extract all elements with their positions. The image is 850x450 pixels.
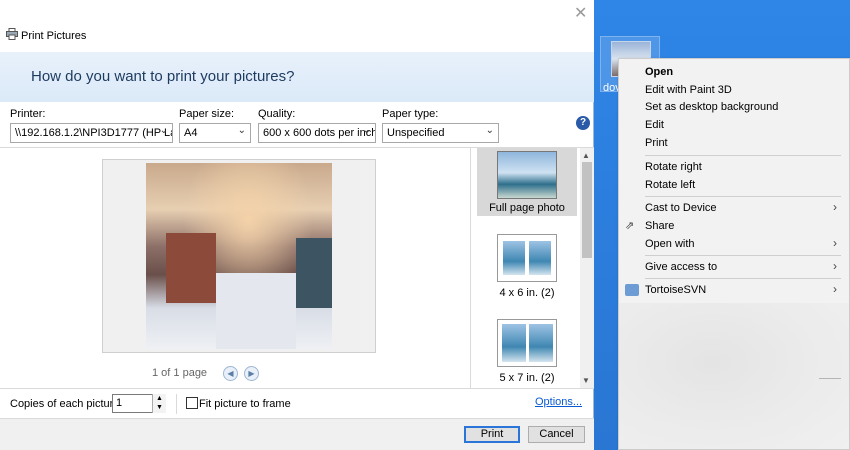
chevron-right-icon: › bbox=[833, 282, 837, 296]
menu-separator bbox=[819, 378, 841, 379]
two-photo-layout-icon bbox=[497, 319, 557, 367]
menu-separator bbox=[645, 255, 841, 256]
scroll-up-icon[interactable]: ▲ bbox=[582, 151, 590, 160]
menu-separator bbox=[645, 155, 841, 156]
layout-scrollbar[interactable]: ▲ ▼ bbox=[580, 148, 594, 388]
chevron-right-icon: › bbox=[833, 200, 837, 214]
dialog-footer: Print Cancel bbox=[0, 418, 594, 450]
bottom-options-bar: Copies of each picture: 1 ▲ ▼ Fit picture… bbox=[0, 388, 594, 418]
paper-type-label: Paper type: bbox=[382, 108, 439, 120]
menu-item-open[interactable]: Open bbox=[645, 66, 673, 78]
menu-item-print[interactable]: Print bbox=[645, 137, 668, 149]
cancel-button[interactable]: Cancel bbox=[528, 426, 585, 443]
menu-item-edit[interactable]: Edit bbox=[645, 119, 664, 131]
fit-to-frame-checkbox[interactable] bbox=[186, 397, 198, 409]
quality-value: 600 x 600 dots per inch bbox=[263, 127, 376, 139]
menu-item-set-as-desktop-background[interactable]: Set as desktop background bbox=[645, 101, 778, 113]
dialog-titlebar: Print Pictures ✕ bbox=[0, 0, 594, 52]
menu-item-rotate-left[interactable]: Rotate left bbox=[645, 179, 695, 191]
menu-item-cast-to-device[interactable]: Cast to Device bbox=[645, 202, 717, 214]
chevron-down-icon: ⌄ bbox=[362, 125, 371, 136]
chevron-right-icon: › bbox=[833, 236, 837, 250]
menu-item-edit-with-paint-3d[interactable]: Edit with Paint 3D bbox=[645, 84, 732, 96]
next-page-button[interactable]: ▶ bbox=[244, 366, 259, 381]
dialog-title: Print Pictures bbox=[21, 30, 87, 42]
scroll-down-icon[interactable]: ▼ bbox=[582, 376, 590, 385]
paper-size-label: Paper size: bbox=[179, 108, 235, 120]
menu-item-rotate-right[interactable]: Rotate right bbox=[645, 161, 702, 173]
preview-photo bbox=[146, 163, 332, 349]
printer-label: Printer: bbox=[10, 108, 46, 120]
help-icon[interactable]: ? bbox=[576, 116, 590, 130]
layout-4x6[interactable]: 4 x 6 in. (2) bbox=[477, 234, 577, 300]
blurred-menu-region bbox=[619, 303, 849, 449]
chevron-down-icon: ⌄ bbox=[237, 125, 246, 136]
copies-stepper[interactable]: ▲ ▼ bbox=[152, 394, 166, 413]
paper-size-value: A4 bbox=[184, 127, 198, 139]
menu-item-share[interactable]: Share bbox=[645, 220, 674, 232]
printer-icon bbox=[6, 28, 18, 40]
scrollbar-thumb[interactable] bbox=[582, 162, 592, 258]
menu-item-open-with[interactable]: Open with bbox=[645, 238, 695, 250]
full-page-layout-icon bbox=[497, 151, 557, 199]
print-preview-area: 1 of 1 page ◀ ▶ bbox=[0, 148, 470, 388]
menu-item-give-access-to[interactable]: Give access to bbox=[645, 261, 717, 273]
fit-to-frame-label: Fit picture to frame bbox=[199, 398, 291, 410]
printer-select[interactable]: \\192.168.1.2\NPI3D1777 (HP Laser ⌄ bbox=[10, 123, 173, 143]
print-options-bar: Printer: \\192.168.1.2\NPI3D1777 (HP Las… bbox=[0, 102, 594, 148]
paper-type-select[interactable]: Unspecified ⌄ bbox=[382, 123, 499, 143]
close-icon[interactable]: ✕ bbox=[574, 3, 587, 23]
chevron-down-icon: ⌄ bbox=[485, 125, 494, 136]
layout-list: Full page photo 4 x 6 in. (2) 5 x 7 in. … bbox=[470, 148, 594, 388]
quality-select[interactable]: 600 x 600 dots per inch ⌄ bbox=[258, 123, 376, 143]
layout-full-page-photo[interactable]: Full page photo bbox=[477, 148, 577, 216]
previous-page-button[interactable]: ◀ bbox=[223, 366, 238, 381]
menu-separator bbox=[645, 278, 841, 279]
tortoisesvn-icon bbox=[625, 284, 639, 296]
print-pictures-dialog: Print Pictures ✕ How do you want to prin… bbox=[0, 0, 594, 450]
context-menu: Open Edit with Paint 3D Set as desktop b… bbox=[618, 58, 850, 450]
quality-label: Quality: bbox=[258, 108, 296, 120]
chevron-right-icon: › bbox=[833, 259, 837, 273]
divider bbox=[176, 394, 177, 414]
page-preview bbox=[102, 159, 376, 353]
print-button[interactable]: Print bbox=[464, 426, 520, 443]
share-icon: ⇗ bbox=[625, 220, 635, 232]
layout-label: Full page photo bbox=[489, 202, 565, 214]
layout-label: 5 x 7 in. (2) bbox=[499, 372, 555, 384]
layout-5x7[interactable]: 5 x 7 in. (2) bbox=[477, 319, 577, 385]
menu-item-tortoisesvn[interactable]: TortoiseSVN bbox=[645, 284, 706, 296]
page-indicator: 1 of 1 page bbox=[152, 367, 208, 379]
paper-size-select[interactable]: A4 ⌄ bbox=[179, 123, 251, 143]
two-photo-layout-icon bbox=[497, 234, 557, 282]
options-link[interactable]: Options... bbox=[535, 396, 582, 408]
dialog-header: How do you want to print your pictures? bbox=[0, 52, 594, 102]
paper-type-value: Unspecified bbox=[387, 127, 445, 139]
printer-value: \\192.168.1.2\NPI3D1777 (HP Laser bbox=[15, 127, 172, 139]
menu-separator bbox=[645, 196, 841, 197]
chevron-down-icon: ⌄ bbox=[159, 125, 168, 136]
copies-label: Copies of each picture: bbox=[10, 398, 123, 410]
layout-label: 4 x 6 in. (2) bbox=[499, 287, 555, 299]
header-question: How do you want to print your pictures? bbox=[31, 68, 295, 85]
